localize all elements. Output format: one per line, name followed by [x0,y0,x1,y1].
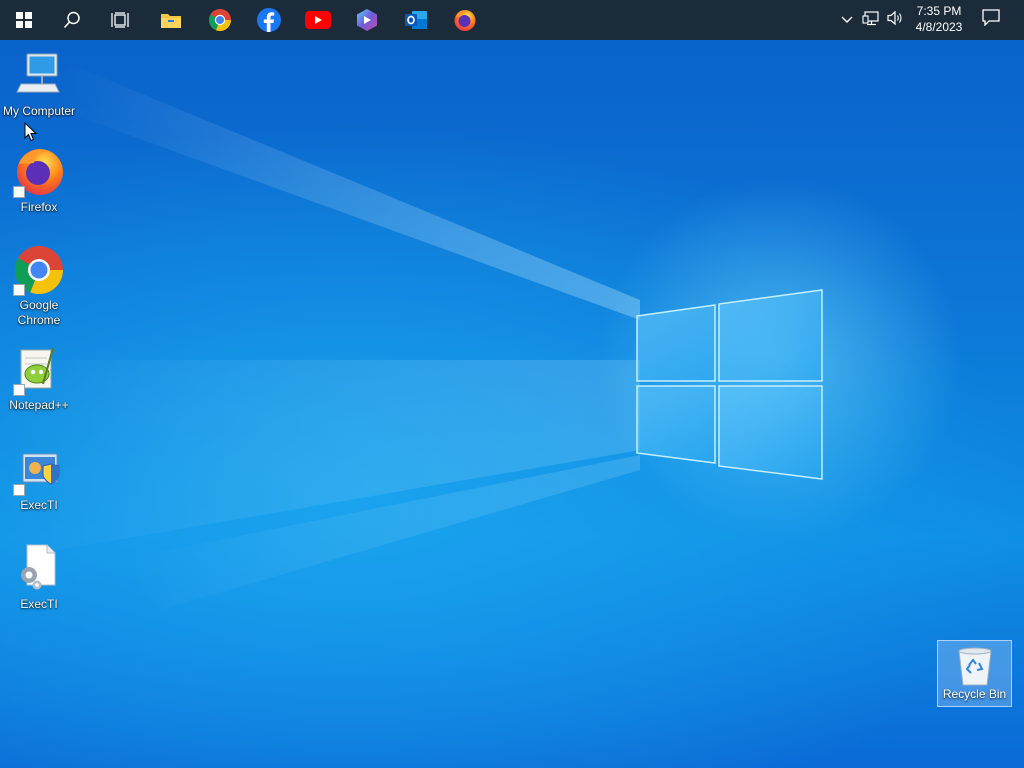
chrome-icon [13,244,65,296]
action-center-icon [982,9,1000,31]
action-center-button[interactable] [978,0,1004,40]
chrome-icon [208,8,232,32]
desktop-icon-execti-file[interactable]: ExecTI [1,543,77,612]
exec-ti-shield-icon [13,444,65,496]
taskbar-microsoft-365[interactable] [343,0,391,40]
mouse-cursor-icon [24,121,38,147]
windows-logo-wallpaper [0,60,823,610]
microsoft-365-icon [355,8,379,32]
firefox-icon [453,8,477,32]
network-icon [862,10,880,31]
recycle-bin-icon [955,645,995,687]
taskbar-file-explorer[interactable] [147,0,195,40]
desktop-icon-label: Firefox [20,200,58,214]
network-button[interactable] [860,0,882,40]
desktop-icon-google-chrome[interactable]: Google Chrome [1,244,77,328]
desktop-icon-my-computer[interactable]: My Computer [1,50,77,119]
taskbar: 7:35 PM 4/8/2023 [0,0,1024,40]
desktop-icon-label: ExecTI [20,597,58,611]
notepad-plus-plus-icon [13,344,65,396]
desktop-icon-label: Google Chrome [17,298,61,327]
taskbar-youtube[interactable] [294,0,342,40]
show-hidden-icons-button[interactable] [837,0,857,40]
taskbar-firefox[interactable] [441,0,489,40]
desktop-icon-label: Notepad++ [9,398,69,412]
settings-file-icon [13,543,65,595]
outlook-icon [404,9,428,31]
desktop-icon-label: ExecTI [20,498,58,512]
taskbar-google-chrome[interactable] [196,0,244,40]
shortcut-arrow-icon [13,186,25,198]
desktop-icon-firefox[interactable]: Firefox [1,146,77,215]
shortcut-arrow-icon [13,484,25,496]
chevron-up-icon [841,11,853,29]
youtube-icon [305,11,331,29]
start-button[interactable] [0,0,48,40]
shortcut-arrow-icon [13,384,25,396]
volume-button[interactable] [884,0,906,40]
desktop-icon-recycle-bin[interactable]: Recycle Bin [937,640,1012,707]
firefox-icon [13,146,65,198]
desktop-icon-label: Recycle Bin [942,687,1007,701]
folder-icon [160,11,182,29]
wallpaper [0,0,1024,768]
clock-date: 4/8/2023 [915,20,963,34]
desktop-icon-label: My Computer [2,104,76,118]
search-button[interactable] [48,0,96,40]
clock-time: 7:35 PM [916,4,962,18]
facebook-icon [257,8,281,32]
task-view-icon [111,12,129,28]
shortcut-arrow-icon [13,284,25,296]
taskbar-facebook[interactable] [245,0,293,40]
desktop-screen: 7:35 PM 4/8/2023 My Computer Firefox Goo… [0,0,1024,768]
computer-icon [13,50,65,102]
taskbar-clock[interactable]: 7:35 PM 4/8/2023 [904,3,974,35]
desktop-icon-notepad-plus-plus[interactable]: Notepad++ [1,344,77,413]
desktop-icon-execti-shortcut[interactable]: ExecTI [1,444,77,513]
taskbar-outlook[interactable] [392,0,440,40]
windows-start-icon [16,12,32,28]
search-icon [63,11,81,29]
volume-icon [886,10,904,31]
task-view-button[interactable] [96,0,144,40]
